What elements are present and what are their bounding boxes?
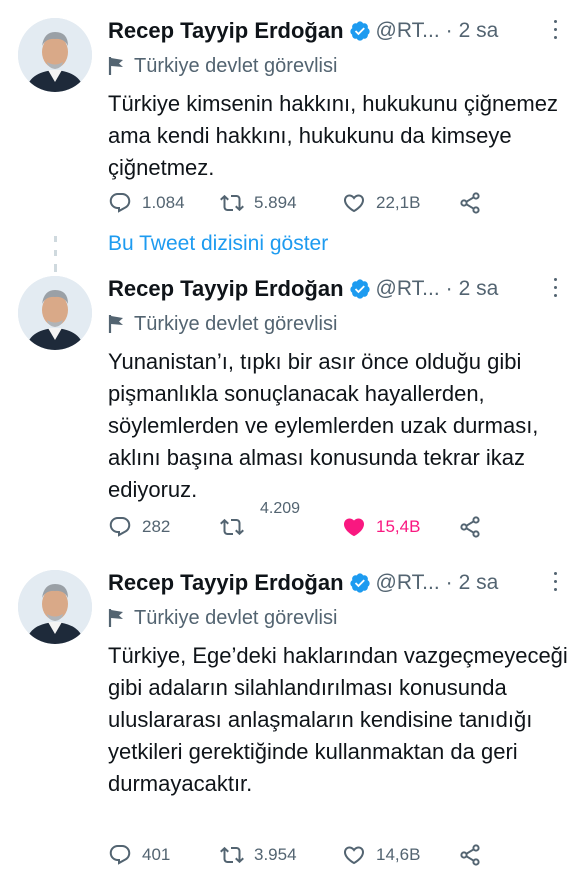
retweet-button[interactable] (220, 512, 244, 542)
account-label: Türkiye devlet görevlisi (108, 604, 337, 632)
like-icon (343, 518, 365, 537)
author-handle[interactable]: @RT... (376, 277, 440, 301)
label-text: Türkiye devlet görevlisi (134, 312, 338, 335)
reply-button[interactable]: 1.084 (108, 188, 185, 218)
like-count: 15,4B (376, 517, 421, 536)
share-icon (460, 192, 480, 214)
verified-badge-icon (349, 279, 370, 299)
like-icon (343, 846, 365, 865)
account-label: Türkiye devlet görevlisi (108, 310, 337, 338)
verified-badge-icon (349, 21, 370, 41)
more-icon[interactable] (552, 572, 558, 592)
account-label: Türkiye devlet görevlisi (108, 52, 337, 80)
flag-icon (108, 315, 123, 333)
like-count: 14,6B (376, 845, 421, 864)
reply-count: 282 (142, 517, 171, 536)
share-icon (460, 516, 480, 538)
label-text: Türkiye devlet görevlisi (134, 606, 338, 629)
retweet-button[interactable]: 3.954 (220, 840, 297, 870)
avatar[interactable] (18, 276, 92, 350)
author-name[interactable]: Recep Tayyip Erdoğan (108, 570, 344, 596)
thread-connector (54, 264, 57, 272)
thread-connector (54, 250, 57, 256)
avatar-image (18, 276, 92, 350)
tweet-text: Yunanistan’ı, tıpkı bir asır önce olduğu… (108, 349, 539, 502)
share-button[interactable] (458, 840, 482, 870)
tweet-2[interactable]: Recep Tayyip Erdoğan @RT... · 2 sa Türki… (0, 272, 576, 552)
like-button[interactable]: 15,4B (342, 512, 420, 542)
flag-icon (108, 57, 123, 75)
tweet-1[interactable]: Recep Tayyip Erdoğan @RT... · 2 sa Türki… (0, 14, 576, 234)
avatar-image (18, 570, 92, 644)
flag-icon (108, 609, 123, 627)
tweet-actions: 401 3.954 14,6B (108, 840, 558, 870)
like-button[interactable]: 14,6B (342, 840, 420, 870)
reply-button[interactable]: 282 (108, 512, 170, 542)
verified-badge-icon (349, 573, 370, 593)
share-icon (460, 844, 480, 866)
retweet-button[interactable]: 5.894 (220, 188, 297, 218)
more-icon[interactable] (552, 278, 558, 298)
separator-dot: · (445, 571, 453, 594)
author-name[interactable]: Recep Tayyip Erdoğan (108, 18, 344, 44)
retweet-icon (220, 518, 244, 536)
separator-dot: · (445, 277, 453, 300)
retweet-count: 4.209 (260, 500, 301, 517)
like-button[interactable]: 22,1B (342, 188, 420, 218)
like-count: 22,1B (376, 193, 421, 212)
author-name[interactable]: Recep Tayyip Erdoğan (108, 276, 344, 302)
timestamp[interactable]: 2 sa (459, 571, 499, 595)
separator-dot: · (445, 19, 453, 42)
tweet-text: Türkiye, Ege’deki haklarından vazgeçmeye… (108, 643, 568, 796)
reply-count: 401 (142, 845, 171, 864)
like-icon (343, 194, 365, 213)
share-button[interactable] (458, 188, 482, 218)
reply-icon (109, 845, 131, 865)
reply-count: 1.084 (142, 193, 185, 212)
author-handle[interactable]: @RT... (376, 571, 440, 595)
tweet-3[interactable]: Recep Tayyip Erdoğan @RT... · 2 sa Türki… (0, 566, 576, 876)
tweet-actions: 1.084 5.894 22,1B (108, 188, 558, 218)
avatar-image (18, 18, 92, 92)
timestamp[interactable]: 2 sa (459, 277, 499, 301)
timestamp[interactable]: 2 sa (459, 19, 499, 43)
reply-icon (109, 193, 131, 213)
avatar[interactable] (18, 570, 92, 644)
label-text: Türkiye devlet görevlisi (134, 54, 338, 77)
retweet-icon (220, 194, 244, 212)
share-button[interactable] (458, 512, 482, 542)
more-icon[interactable] (552, 20, 558, 40)
reply-icon (109, 517, 131, 537)
tweet-text: Türkiye kimsenin hakkını, hukukunu çiğne… (108, 91, 558, 180)
retweet-count: 3.954 (254, 845, 297, 864)
thread-connector (54, 236, 57, 242)
avatar[interactable] (18, 18, 92, 92)
retweet-icon (220, 846, 244, 864)
tweet-actions: 282 4.209 15,4B (108, 500, 558, 542)
author-handle[interactable]: @RT... (376, 19, 440, 43)
show-thread-link[interactable]: Bu Tweet dizisini göster (108, 232, 328, 256)
retweet-count: 5.894 (254, 193, 297, 212)
reply-button[interactable]: 401 (108, 840, 170, 870)
